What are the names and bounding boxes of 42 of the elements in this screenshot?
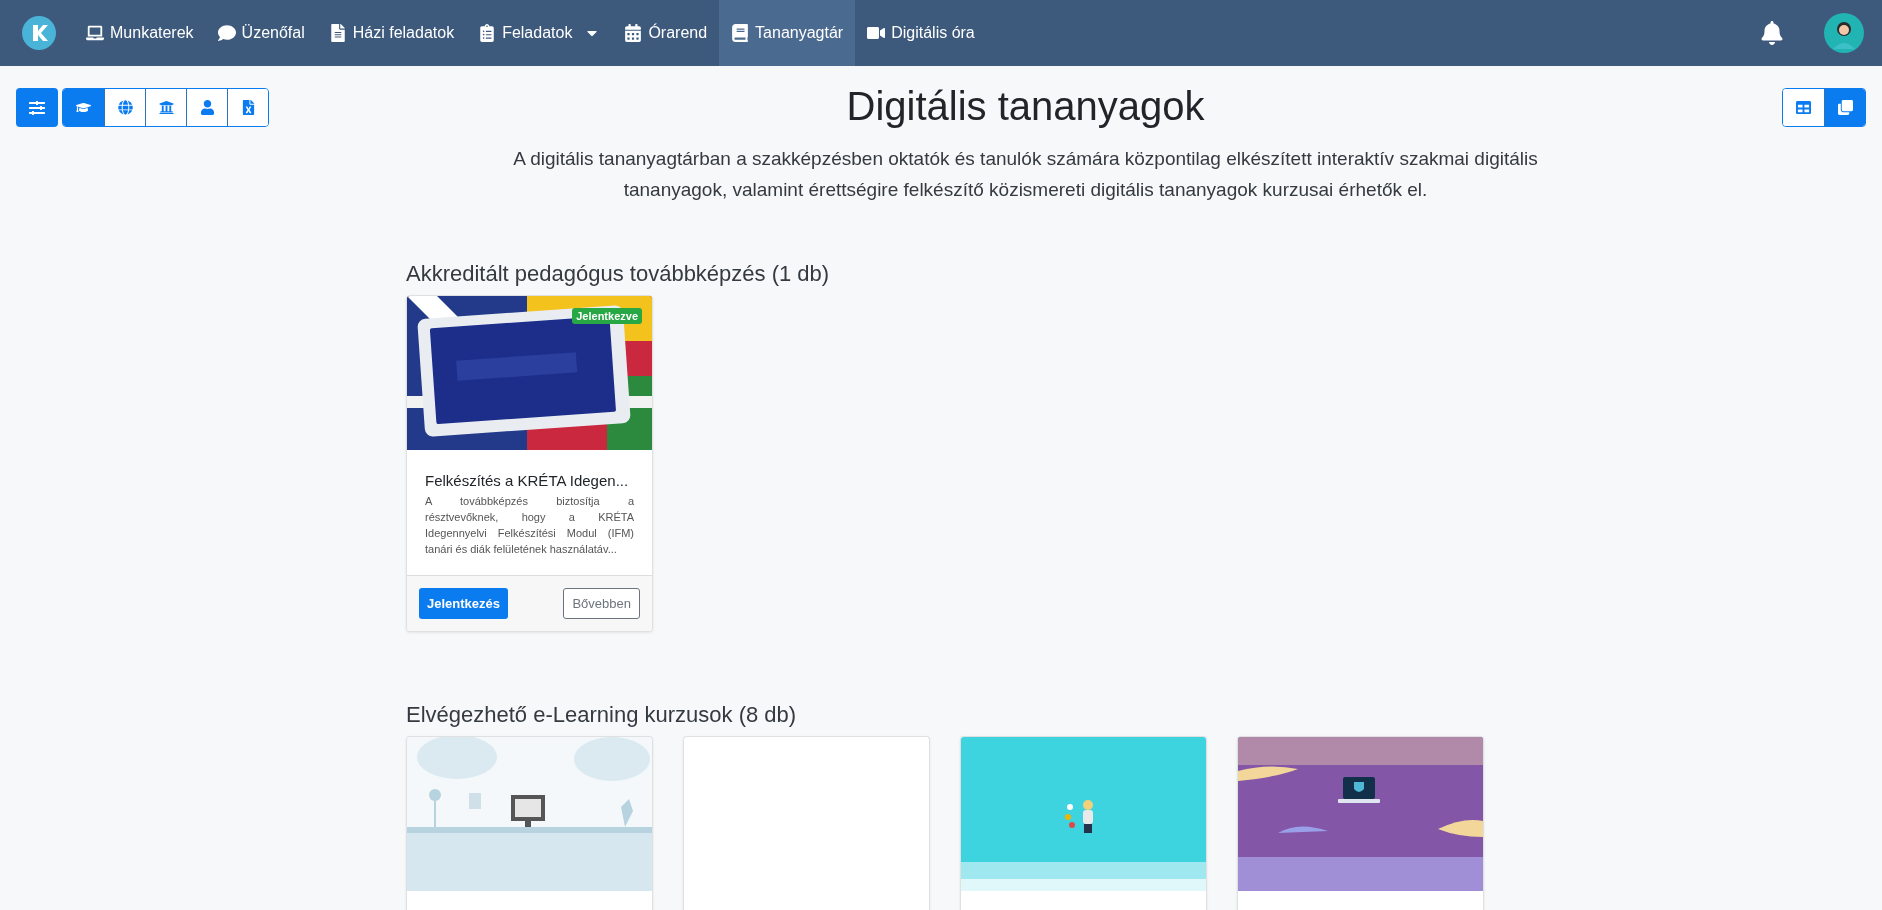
bell-icon[interactable] (1760, 21, 1784, 45)
table-icon (1796, 100, 1811, 115)
nav-item[interactable]: Munkaterek (74, 0, 206, 66)
bank-icon (158, 100, 174, 115)
calendar-icon (624, 24, 643, 42)
laptop-icon (86, 24, 104, 42)
avatar-icon[interactable] (1824, 13, 1864, 53)
video-camera-icon (867, 24, 886, 42)
speech-bubble-icon (217, 24, 236, 42)
nav-item[interactable]: Üzenőfal (205, 0, 317, 66)
book-icon (731, 24, 750, 42)
graduation-cap-icon (76, 100, 91, 115)
spreadsheet-file-button[interactable] (227, 89, 268, 126)
table-view-button[interactable] (1783, 89, 1824, 126)
page-description: A digitális tananyagtárban a szakképzésben oktatók és tanulók számára központilag elkészített interaktív szakmai digitális tananyagok, valamint érettségire felkészítő közismereti digitális tananyagok kurzusai érhetők el. (512, 147, 1539, 202)
nav-item[interactable]: Órarend (612, 0, 720, 66)
course-description: A továbbképzés biztosítja a résztvevőknek, hogy a KRÉTA Idegennyelvi Felkészítési Modul (IFM) tanári és diák felületének használatáv... (425, 494, 634, 557)
section-title: Elvégezhető e-Learning kurzusok (8 db) (406, 702, 798, 728)
page-title: Digitális tananyagok (846, 84, 1205, 129)
nav-item[interactable]: Házi feladatok (316, 0, 467, 66)
person-icon (199, 100, 215, 115)
nav-item[interactable]: Feladatok (466, 0, 613, 66)
globe-icon (117, 100, 133, 115)
nav-item[interactable]: Tananyagtár (719, 0, 856, 66)
logo-icon[interactable] (22, 16, 56, 50)
sliders-icon (29, 99, 45, 116)
filter-settings-button[interactable] (16, 88, 58, 127)
bank-button[interactable] (145, 89, 186, 126)
nav-item[interactable]: Digitális óra (855, 0, 987, 66)
person-button[interactable] (186, 89, 227, 126)
clipboard-icon (478, 24, 497, 42)
status-badge: Jelentkezve (572, 308, 642, 324)
spreadsheet-file-icon (240, 100, 256, 115)
clone-icon (1837, 100, 1853, 115)
clone-view-button[interactable] (1824, 89, 1865, 126)
section-title: Akkreditált pedagógus továbbképzés (1 db) (406, 261, 831, 287)
course-title: Felkészítés a KRÉTA Idegen... (425, 472, 630, 489)
more-button[interactable]: Bővebben (563, 588, 640, 619)
globe-button[interactable] (104, 89, 145, 126)
document-icon (328, 24, 347, 42)
graduation-cap-button[interactable] (63, 89, 104, 126)
enroll-button[interactable]: Jelentkezés (419, 588, 508, 619)
